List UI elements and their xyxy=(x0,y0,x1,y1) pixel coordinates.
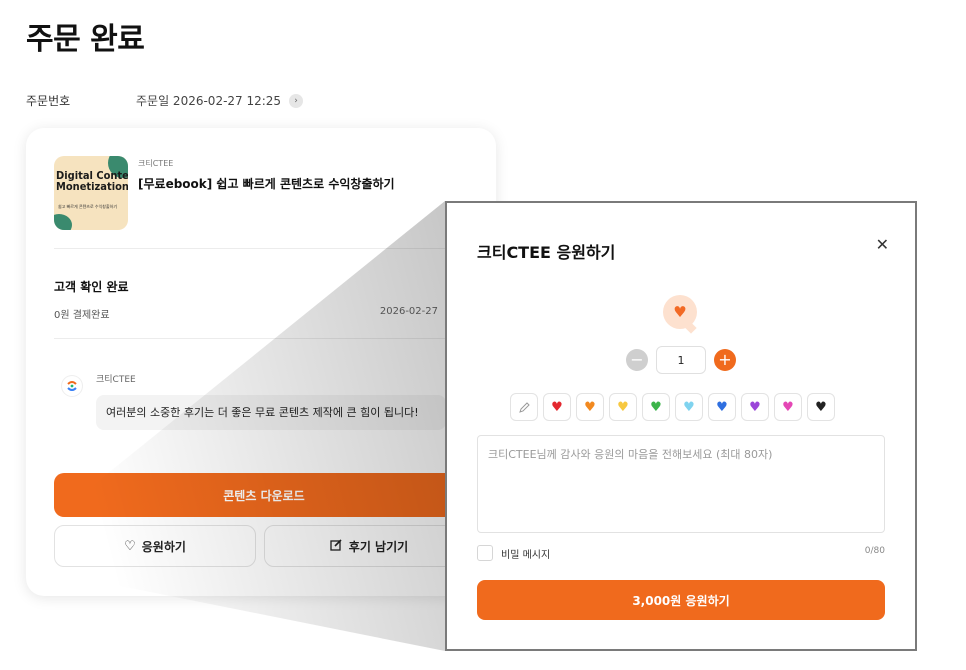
thumbnail-title: Digital Content Monetization xyxy=(56,169,128,193)
product-row[interactable]: Digital Content Monetization 쉽고 빠르게 콘텐츠로… xyxy=(54,156,395,230)
product-seller: 크티CTEE xyxy=(138,159,174,168)
order-meta: 주문번호 주문일 2026-02-27 12:25 › xyxy=(26,92,304,109)
page-title: 주문 완료 xyxy=(26,22,145,57)
status-title: 고객 확인 완료 xyxy=(54,280,129,294)
quantity-increase-button[interactable]: + xyxy=(714,349,736,371)
review-button[interactable]: 후기 남기기 xyxy=(264,525,474,567)
red-heart-icon[interactable]: ♥ xyxy=(543,393,571,421)
heart-outline-icon: ♡ xyxy=(124,538,136,554)
product-thumbnail: Digital Content Monetization 쉽고 빠르게 콘텐츠로… xyxy=(54,156,128,230)
black-heart-icon[interactable]: ♥ xyxy=(807,393,835,421)
green-heart-icon[interactable]: ♥ xyxy=(642,393,670,421)
submit-support-button[interactable]: 3,000원 응원하기 xyxy=(477,580,885,620)
seller-message: 크티CTEE 여러분의 소중한 후기는 더 좋은 무료 콘텐츠 제작에 큰 힘이… xyxy=(62,372,446,430)
payment-status: 0원 결제완료 xyxy=(54,310,110,321)
blue-heart-icon[interactable]: ♥ xyxy=(708,393,736,421)
support-modal: 크티CTEE 응원하기 ✕ ♥ − 1 + ♥ ♥ ♥ ♥ ♥ ♥ ♥ ♥ ♥ … xyxy=(445,201,917,651)
seller-logo-icon xyxy=(67,381,77,391)
quantity-input[interactable]: 1 xyxy=(656,346,706,374)
order-date: 주문일 2026-02-27 12:25 xyxy=(136,94,282,108)
support-button[interactable]: ♡ 응원하기 xyxy=(54,525,256,567)
char-count: 0/80 xyxy=(864,546,885,556)
secret-message-toggle[interactable]: 비밀 메시지 xyxy=(477,545,550,561)
yellow-heart-icon[interactable]: ♥ xyxy=(609,393,637,421)
seller-avatar xyxy=(62,376,82,396)
heart-picker: ♥ ♥ ♥ ♥ ♥ ♥ ♥ ♥ ♥ xyxy=(510,393,840,421)
divider xyxy=(54,248,468,249)
edit-icon xyxy=(330,538,343,555)
download-button[interactable]: 콘텐츠 다운로드 xyxy=(54,473,474,517)
review-button-label: 후기 남기기 xyxy=(348,539,409,554)
heart-badge-icon: ♥ xyxy=(663,295,697,334)
divider xyxy=(54,338,468,339)
status-date: 2026-02-27 xyxy=(379,306,438,317)
light-blue-heart-icon[interactable]: ♥ xyxy=(675,393,703,421)
modal-title: 크티CTEE 응원하기 xyxy=(477,243,616,262)
pink-heart-icon[interactable]: ♥ xyxy=(774,393,802,421)
seller-message-bubble: 여러분의 소중한 후기는 더 좋은 무료 콘텐츠 제작에 큰 힘이 됩니다! xyxy=(96,395,446,430)
order-number-label: 주문번호 xyxy=(26,94,71,108)
secret-checkbox[interactable] xyxy=(477,545,493,561)
secret-message-label: 비밀 메시지 xyxy=(501,549,551,561)
thumbnail-subtitle: 쉽고 빠르게 콘텐츠로 수익창출하기 xyxy=(58,204,118,209)
orange-heart-icon[interactable]: ♥ xyxy=(576,393,604,421)
quantity-decrease-button[interactable]: − xyxy=(626,349,648,371)
chevron-right-icon[interactable]: › xyxy=(289,93,304,108)
message-textarea[interactable]: 크티CTEE님께 감사와 응원의 마음을 전해보세요 (최대 80자) xyxy=(477,435,885,533)
order-card: Digital Content Monetization 쉽고 빠르게 콘텐츠로… xyxy=(26,128,496,596)
purple-heart-icon[interactable]: ♥ xyxy=(741,393,769,421)
pencil-icon[interactable] xyxy=(510,393,538,421)
product-name[interactable]: [무료ebook] 쉽고 빠르게 콘텐츠로 수익창출하기 xyxy=(138,175,395,192)
support-button-label: 응원하기 xyxy=(141,539,186,554)
seller-name: 크티CTEE xyxy=(96,375,136,385)
close-icon[interactable]: ✕ xyxy=(876,235,889,254)
